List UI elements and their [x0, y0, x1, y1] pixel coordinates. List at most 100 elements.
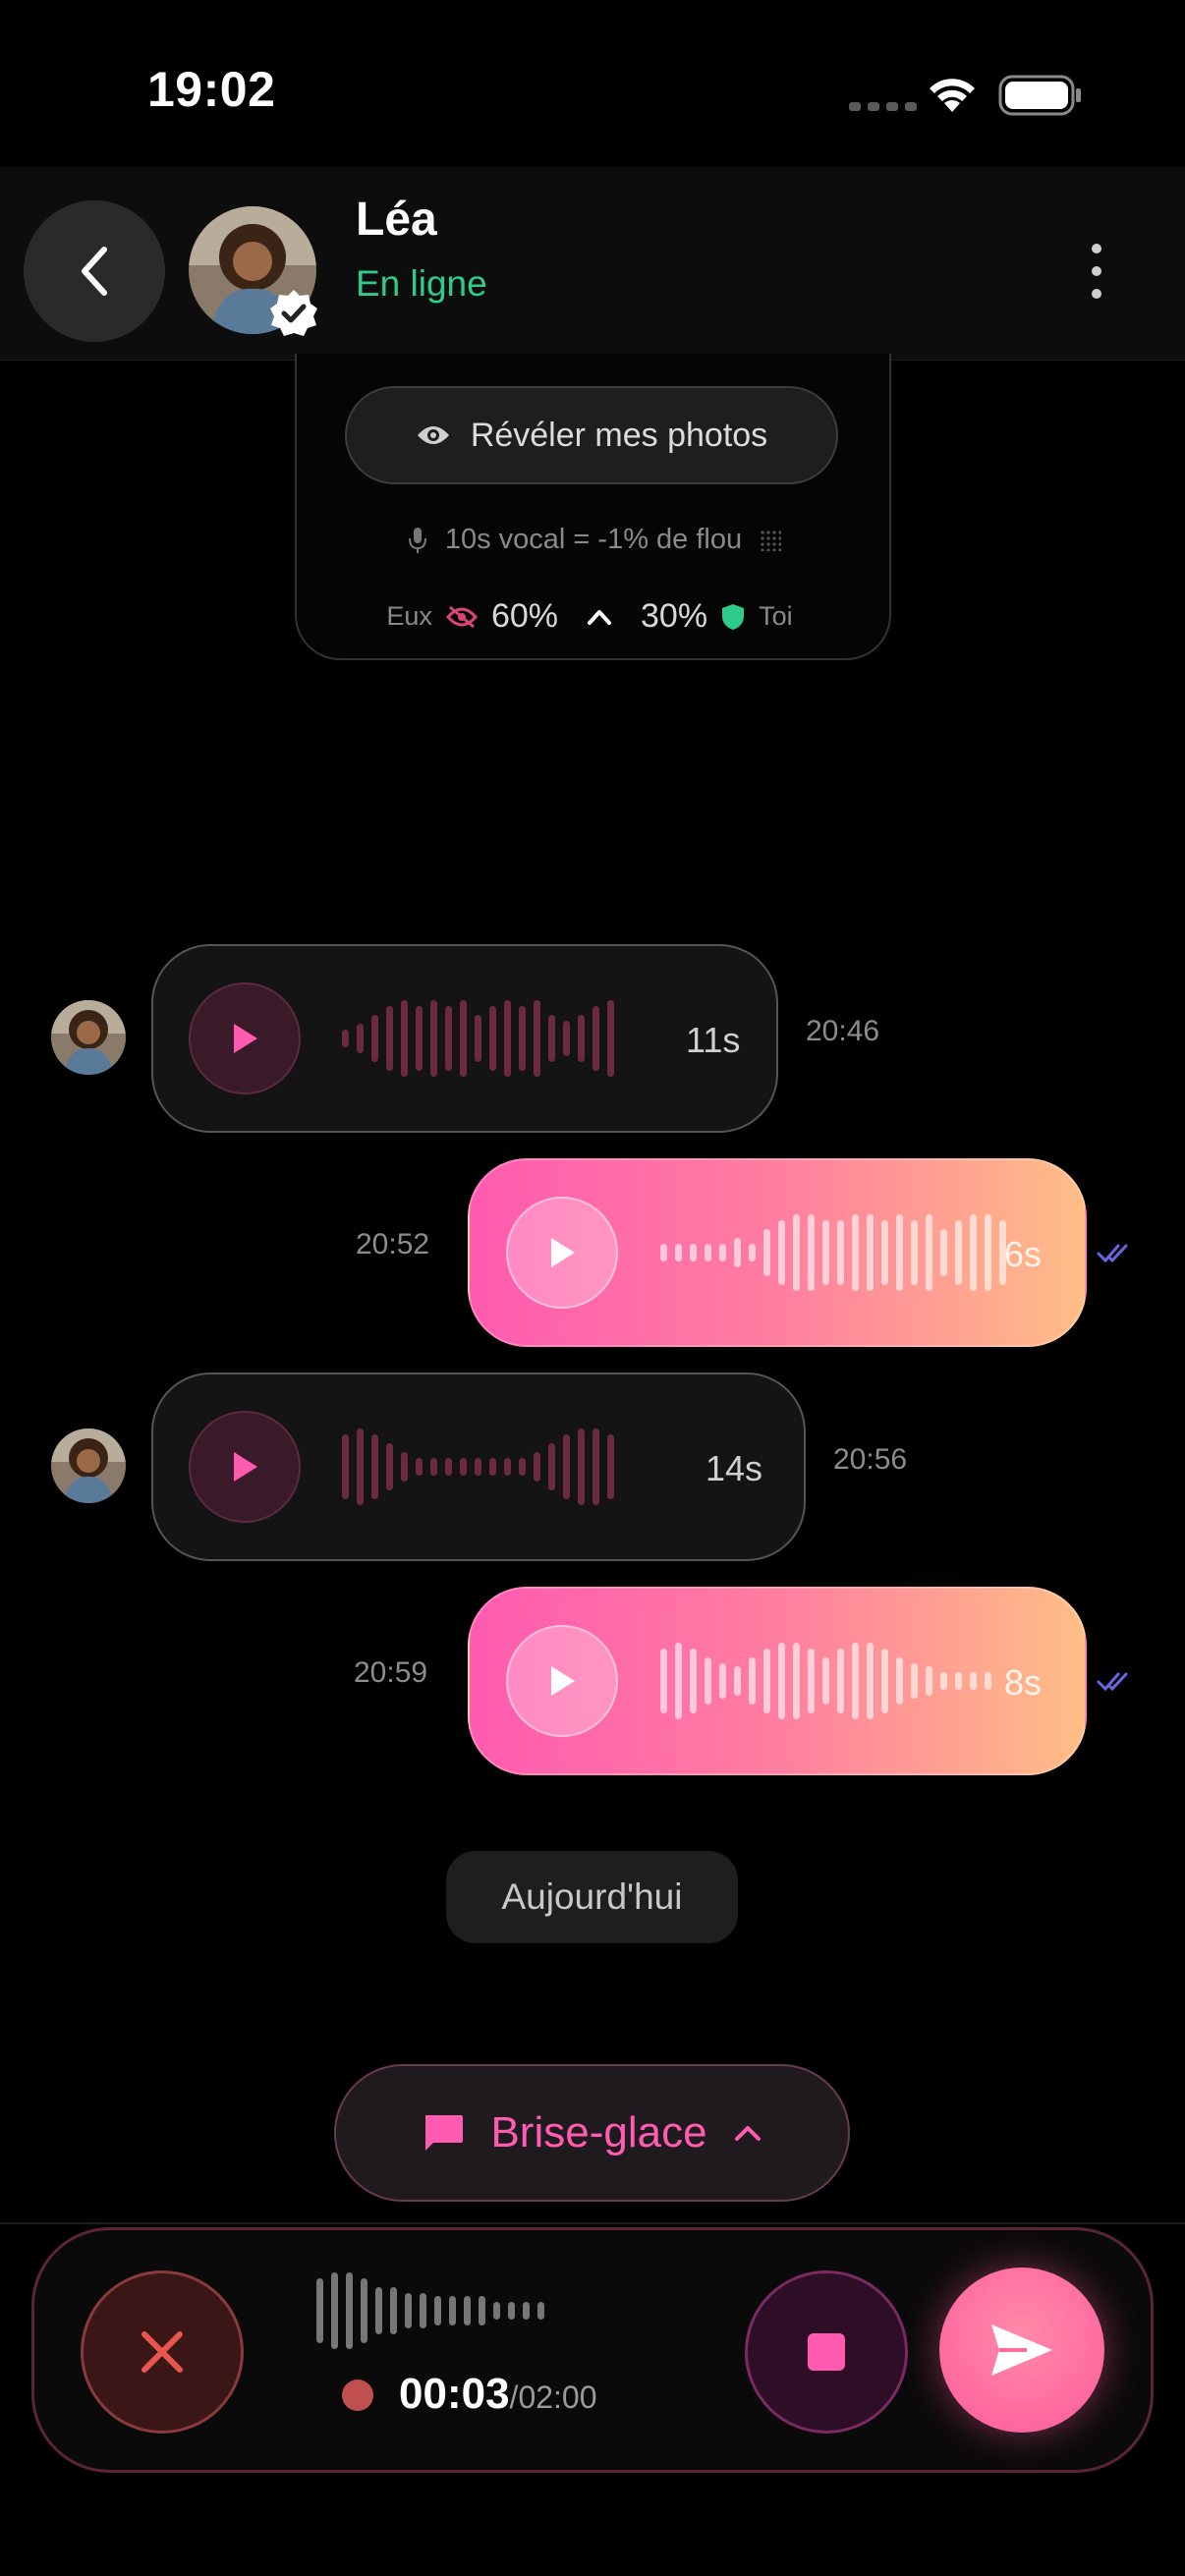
waveform-bar: [749, 1657, 756, 1705]
read-receipt-icon: [1097, 1244, 1128, 1263]
waveform-bar: [386, 1443, 393, 1490]
recording-indicator: [342, 2380, 373, 2411]
waveform-bar: [331, 2272, 338, 2349]
voice-hint-text: 10s vocal = -1% de flou: [444, 524, 743, 555]
waveform-bar: [445, 1458, 452, 1476]
icebreaker-button[interactable]: Brise-glace: [334, 2064, 850, 2202]
waveform-bar: [508, 2302, 515, 2320]
waveform-bar: [390, 2287, 397, 2334]
reveal-photos-button[interactable]: Révéler mes photos: [345, 386, 838, 484]
waveform-bar: [985, 1672, 991, 1690]
shield-icon: [722, 603, 745, 630]
waveform-bar: [475, 1458, 481, 1476]
waveform-bar: [537, 2302, 544, 2320]
waveform-bar: [763, 1649, 770, 1713]
waveform[interactable]: [342, 997, 614, 1080]
waveform-bar: [401, 1452, 408, 1482]
waveform-bar: [837, 1649, 844, 1713]
waveform-bar: [911, 1663, 918, 1699]
waveform-bar: [660, 1244, 667, 1261]
chat-header: [0, 167, 1185, 361]
play-button[interactable]: [189, 1411, 301, 1523]
waveform-bar: [504, 1000, 511, 1077]
send-button[interactable]: [939, 2268, 1104, 2433]
cellular-signal-icon: [849, 102, 917, 111]
waveform[interactable]: [660, 1211, 1006, 1294]
voice-duration: 11s: [686, 1020, 741, 1060]
cancel-recording-button[interactable]: [81, 2270, 244, 2434]
recording-timer: 00:03/02:00: [399, 2370, 597, 2419]
waveform-bar: [734, 1238, 741, 1267]
play-button[interactable]: [506, 1197, 618, 1309]
stop-icon: [808, 2333, 845, 2371]
waveform-bar: [401, 1000, 408, 1077]
waveform-bar: [970, 1214, 977, 1291]
waveform-bar: [822, 1657, 829, 1705]
waveform-bar: [460, 1458, 467, 1476]
waveform[interactable]: [660, 1640, 991, 1722]
waveform-bar: [607, 1000, 614, 1077]
composer-divider: [0, 2222, 1185, 2224]
waveform-bar: [416, 1458, 423, 1476]
waveform-bar: [534, 1452, 540, 1482]
waveform-bar: [563, 1021, 570, 1056]
waveform-bar: [445, 1006, 452, 1071]
sender-avatar[interactable]: [51, 1000, 126, 1075]
waveform-bar: [357, 1428, 364, 1505]
waveform-bar: [460, 1000, 467, 1077]
waveform-bar: [734, 1666, 741, 1696]
waveform-bar: [548, 1443, 555, 1490]
chat-bubble-icon: [425, 2115, 464, 2151]
you-blur-value: 30%: [641, 597, 708, 635]
waveform-bar: [420, 2293, 426, 2328]
verified-badge-icon: [270, 290, 317, 336]
waveform-bar: [449, 2296, 456, 2325]
waveform-bar: [896, 1214, 903, 1291]
waveform-bar: [592, 1006, 599, 1071]
waveform-bar: [434, 2296, 441, 2325]
waveform-bar: [675, 1244, 682, 1261]
chevron-up-icon: [588, 609, 611, 625]
waveform-bar: [822, 1220, 829, 1285]
read-receipt-icon: [1097, 1672, 1128, 1692]
back-button[interactable]: [24, 200, 165, 342]
waveform-bar: [534, 1000, 540, 1077]
recording-limit: /02:00: [509, 2380, 597, 2415]
voice-blur-hint: 10s vocal = -1% de flou: [373, 524, 816, 556]
waveform-bar: [489, 1006, 496, 1071]
send-icon: [991, 2324, 1052, 2376]
waveform-bar: [607, 1434, 614, 1499]
them-blur-value: 60%: [490, 597, 558, 635]
play-button[interactable]: [189, 982, 301, 1094]
waveform-bar: [361, 2278, 367, 2343]
more-vertical-icon[interactable]: [1077, 244, 1116, 299]
waveform-bar: [690, 1244, 697, 1261]
waveform-bar: [371, 1015, 378, 1062]
waveform-bar: [926, 1214, 932, 1291]
waveform-bar: [705, 1657, 711, 1705]
waveform-bar: [911, 1220, 918, 1285]
waveform-bar: [719, 1663, 726, 1699]
presence-status: En ligne: [356, 263, 487, 304]
battery-icon: [998, 75, 1081, 116]
waveform-bar: [867, 1214, 874, 1291]
waveform-bar: [793, 1643, 800, 1719]
sender-avatar[interactable]: [51, 1428, 126, 1503]
waveform-bar: [881, 1649, 888, 1713]
play-button[interactable]: [506, 1625, 618, 1737]
microphone-icon: [408, 527, 426, 553]
waveform-bar: [690, 1649, 697, 1713]
waveform-bar: [970, 1672, 977, 1690]
play-icon: [234, 1024, 257, 1053]
waveform-bar: [719, 1244, 726, 1261]
waveform[interactable]: [342, 1426, 614, 1508]
stop-recording-button[interactable]: [745, 2270, 908, 2434]
waveform-bar: [479, 2296, 485, 2325]
waveform-bar: [316, 2278, 323, 2343]
waveform-bar: [705, 1244, 711, 1261]
icebreaker-label: Brise-glace: [490, 2108, 707, 2156]
waveform-bar: [749, 1244, 756, 1261]
recording-waveform: [316, 2269, 544, 2352]
message-time: 20:56: [833, 1443, 908, 1476]
waveform-bar: [763, 1229, 770, 1276]
